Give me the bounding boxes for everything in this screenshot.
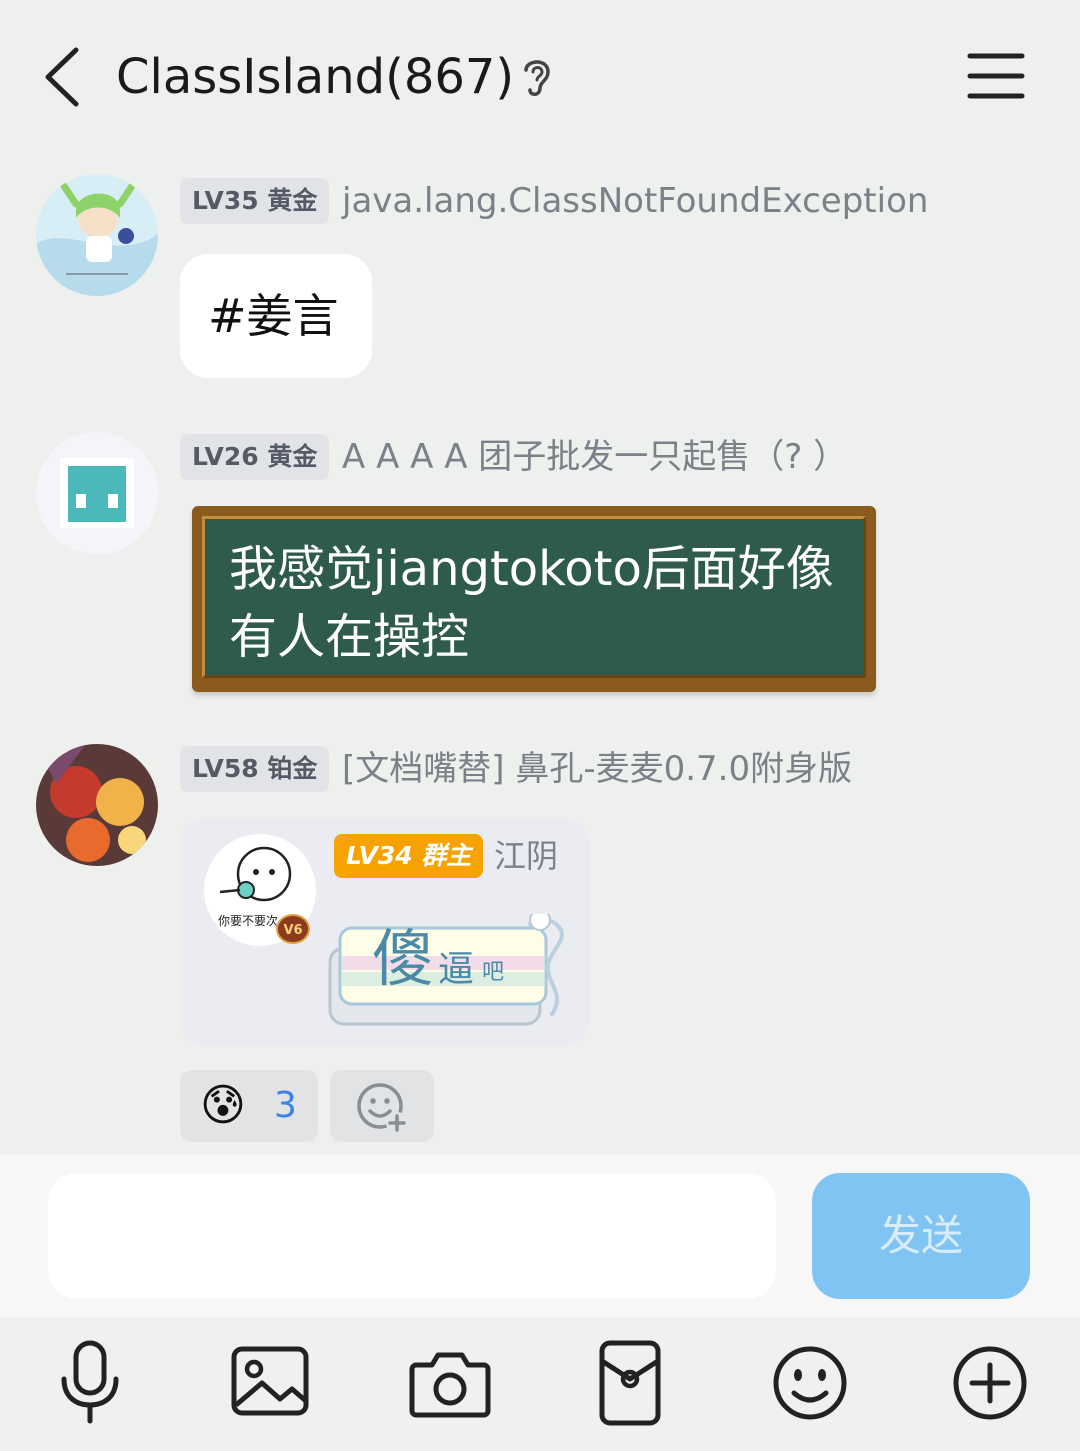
chat-header: ClassIsland(867) (0, 0, 1080, 150)
sticker-char-small: 逼 (438, 949, 475, 990)
back-button[interactable] (38, 44, 94, 110)
level-badge: LV26 黄金 (180, 434, 330, 480)
message-input[interactable] (48, 1173, 776, 1299)
plus-icon (953, 1346, 1027, 1420)
camera-button[interactable] (402, 1335, 498, 1431)
ear-icon[interactable] (518, 54, 556, 100)
sender-name[interactable]: A A A A 团子批发一只起售（? ） (342, 434, 847, 480)
chat-title[interactable]: ClassIsland(867) (116, 44, 514, 110)
sticker-char-big: 傻 (372, 922, 435, 995)
red-packet-button[interactable] (582, 1335, 678, 1431)
add-reaction-icon (357, 1083, 408, 1134)
quoted-avatar-caption: 你要不要次 (218, 914, 279, 928)
camera-icon (409, 1352, 491, 1418)
message-text: 我感觉jiangtokoto后面好像有人在操控 (229, 541, 834, 665)
avatar[interactable] (36, 174, 158, 296)
sticker-image: 傻 逼 吧 (326, 914, 566, 1030)
reaction-emoji: 😰 (200, 1080, 246, 1131)
avatar[interactable] (36, 432, 158, 554)
red-packet-icon (599, 1340, 661, 1426)
emoji-button[interactable] (762, 1335, 858, 1431)
quoted-sender-name: 江阴 (494, 837, 559, 875)
level-badge: LV35 黄金 (180, 178, 330, 224)
chevron-left-icon (45, 47, 79, 107)
image-button[interactable] (222, 1335, 318, 1431)
reaction-chip[interactable]: 😰 3 (180, 1070, 318, 1142)
send-button[interactable]: 发送 (812, 1173, 1030, 1299)
avatar[interactable] (36, 744, 158, 866)
menu-button[interactable] (962, 48, 1028, 104)
hamburger-menu-icon (967, 53, 1025, 99)
sender-name[interactable]: java.lang.ClassNotFoundException (342, 178, 928, 224)
vip-badge: V6 (276, 914, 310, 944)
quoted-message-card[interactable]: 你要不要次 V6 LV34 群主 江阴 傻 逼 吧 (180, 818, 590, 1046)
input-area: 发送 (0, 1155, 1080, 1317)
more-button[interactable] (942, 1335, 1038, 1431)
image-icon (231, 1346, 309, 1416)
chalkboard-surface: 我感觉jiangtokoto后面好像有人在操控 (202, 516, 866, 678)
sticker-char-tiny: 吧 (482, 960, 505, 985)
owner-level-badge: LV34 群主 (334, 834, 484, 878)
bottom-toolbar (0, 1317, 1080, 1451)
microphone-button[interactable] (42, 1335, 138, 1431)
microphone-icon (61, 1340, 119, 1424)
add-reaction-button[interactable] (330, 1070, 434, 1142)
message-bubble[interactable]: #姜言 (180, 254, 372, 378)
sender-name[interactable]: [文档嘴替] 鼻孔-麦麦0.7.0附身版 (342, 746, 852, 792)
reaction-count: 3 (274, 1085, 297, 1126)
emoji-icon (773, 1346, 847, 1420)
chalkboard-message[interactable]: 我感觉jiangtokoto后面好像有人在操控 (192, 506, 876, 692)
level-badge: LV58 铂金 (180, 746, 330, 792)
